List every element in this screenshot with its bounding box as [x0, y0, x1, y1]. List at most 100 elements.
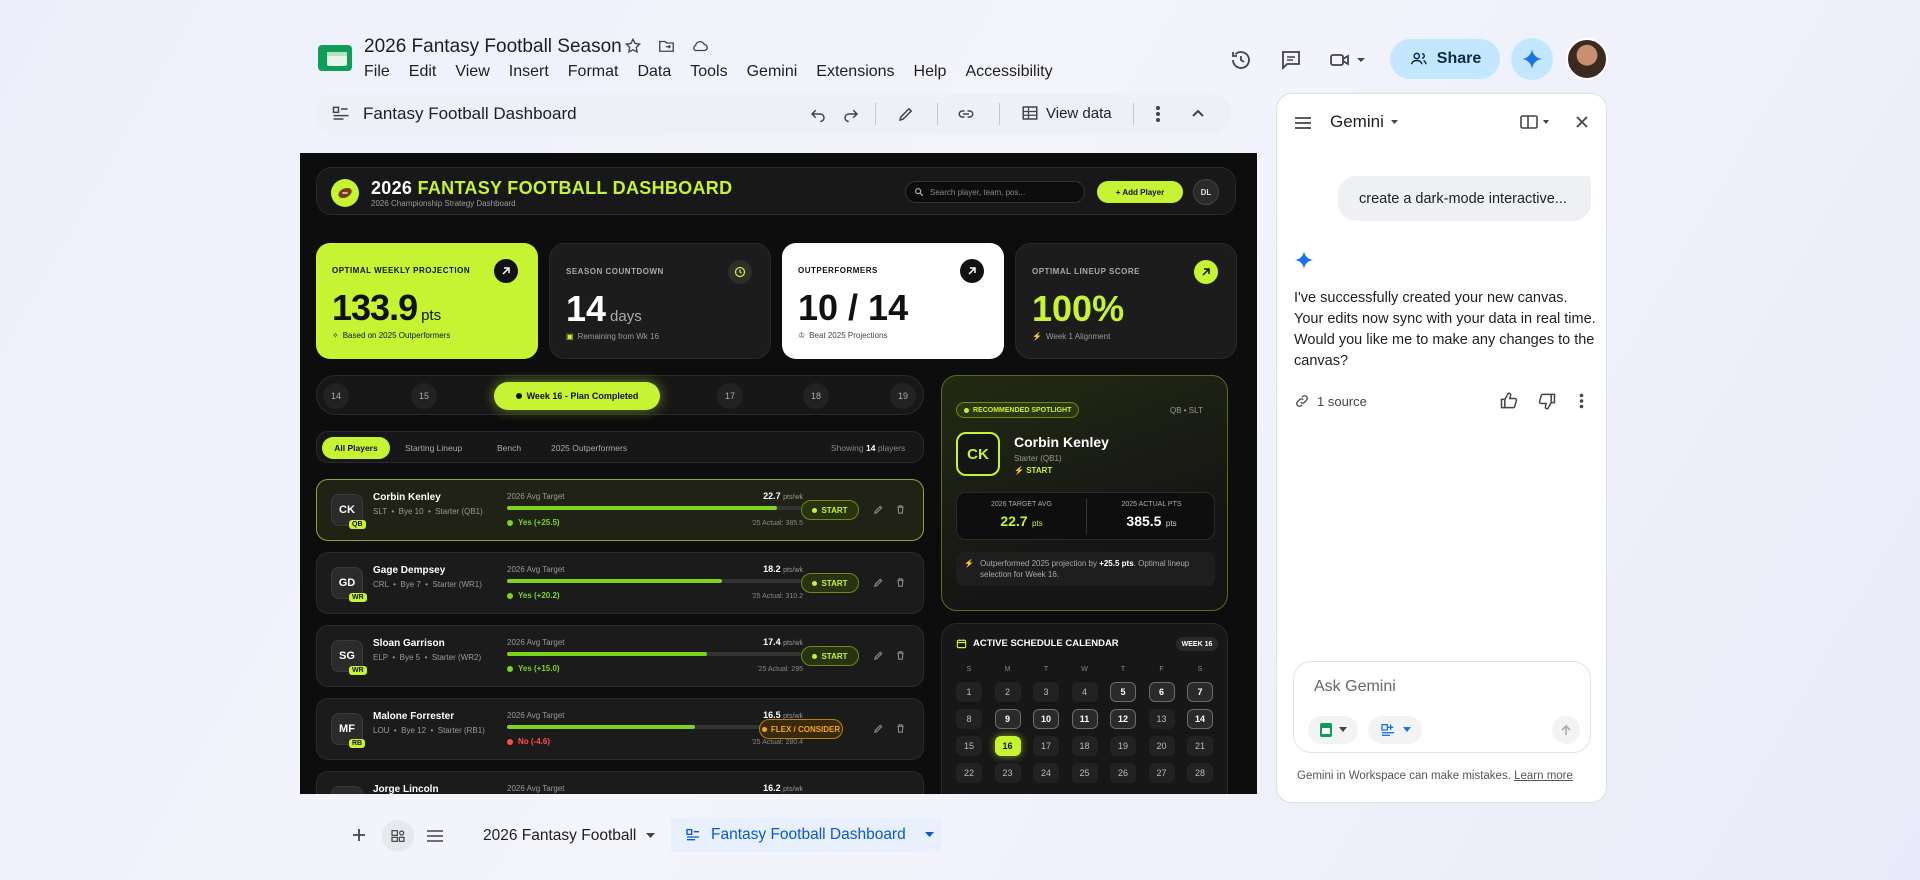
action-button[interactable]: START [801, 500, 859, 520]
user-avatar[interactable]: DL [1193, 179, 1219, 205]
calendar-day[interactable]: 8 [956, 709, 982, 729]
calendar-day[interactable]: 11 [1071, 709, 1098, 729]
calendar-day[interactable]: 12 [1110, 709, 1136, 729]
player-row[interactable]: MF RB Malone Forrester LOU • Bye 12 • Start… [316, 698, 924, 760]
sheet-list-icon[interactable] [427, 830, 443, 842]
arrow-up-right-icon[interactable] [960, 259, 984, 283]
undo-icon[interactable] [809, 105, 827, 123]
player-row[interactable]: GD WR Gage Dempsey CRL • Bye 7 • Starter (W… [316, 552, 924, 614]
delete-icon[interactable] [895, 650, 906, 661]
action-button[interactable]: START [801, 646, 859, 666]
arrow-up-right-icon[interactable] [494, 259, 518, 283]
share-button[interactable]: Share [1390, 39, 1500, 79]
view-data-button[interactable]: View data [1021, 104, 1112, 122]
edit-pencil-icon[interactable] [897, 105, 915, 123]
week-15[interactable]: 15 [411, 383, 437, 409]
source-link[interactable]: 1 source [1294, 393, 1367, 409]
calendar-day[interactable]: 13 [1148, 709, 1175, 729]
menu-file[interactable]: File [364, 63, 390, 81]
calendar-day[interactable]: 5 [1110, 682, 1136, 702]
more-vert-icon[interactable] [1579, 393, 1584, 409]
menu-format[interactable]: Format [568, 63, 619, 81]
all-sheets-icon[interactable] [382, 820, 414, 852]
calendar-day[interactable]: 3 [1033, 682, 1059, 702]
menu-data[interactable]: Data [637, 63, 671, 81]
thumbs-down-icon[interactable] [1537, 391, 1557, 411]
menu-gemini[interactable]: Gemini [747, 63, 798, 81]
delete-icon[interactable] [895, 504, 906, 515]
player-row[interactable]: JL Jorge Lincoln 2026 Avg Target 16.2 pts/w… [316, 771, 924, 794]
action-button[interactable]: START [801, 573, 859, 593]
version-history-icon[interactable] [1229, 48, 1253, 72]
cloud-status-icon[interactable] [690, 37, 711, 55]
player-row[interactable]: SG WR Sloan Garrison ELP • Bye 5 • Starter … [316, 625, 924, 687]
week-14[interactable]: 14 [323, 383, 349, 409]
calendar-day[interactable]: 4 [1071, 682, 1098, 702]
thumbs-up-icon[interactable] [1499, 391, 1519, 411]
send-button[interactable] [1552, 716, 1580, 744]
sheet-tab-fantasy-football[interactable]: 2026 Fantasy Football [483, 827, 656, 845]
arrow-up-right-icon[interactable] [1194, 260, 1218, 284]
avatar[interactable] [1566, 38, 1608, 80]
calendar-day[interactable]: 1 [956, 682, 982, 702]
meet-icon[interactable] [1328, 48, 1366, 72]
calendar-day[interactable]: 22 [956, 763, 982, 783]
panel-layout-icon[interactable] [1520, 115, 1550, 129]
calendar-day[interactable]: 28 [1187, 763, 1213, 783]
week-16-current[interactable]: Week 16 - Plan Completed [494, 382, 660, 410]
calendar-day[interactable]: 18 [1071, 736, 1098, 756]
delete-icon[interactable] [895, 723, 906, 734]
edit-icon[interactable] [873, 723, 884, 734]
calendar-day[interactable]: 20 [1148, 736, 1175, 756]
menu-accessibility[interactable]: Accessibility [965, 63, 1052, 81]
comments-icon[interactable] [1279, 48, 1303, 72]
learn-more-link[interactable]: Learn more [1514, 770, 1573, 782]
edit-icon[interactable] [873, 577, 884, 588]
calendar-day[interactable]: 7 [1187, 682, 1213, 702]
more-vert-icon[interactable] [1155, 105, 1161, 123]
add-sheet-icon[interactable] [352, 828, 366, 842]
menu-edit[interactable]: Edit [409, 63, 437, 81]
calendar-day[interactable]: 24 [1033, 763, 1059, 783]
menu-help[interactable]: Help [914, 63, 947, 81]
calendar-day[interactable]: 9 [994, 709, 1021, 729]
calendar-day[interactable]: 14 [1187, 709, 1213, 729]
filter-starting-lineup[interactable]: Starting Lineup [405, 443, 462, 453]
collapse-icon[interactable] [1191, 106, 1205, 120]
calendar-day[interactable]: 23 [994, 763, 1021, 783]
add-player-button[interactable]: + Add Player [1097, 181, 1183, 203]
calendar-day[interactable]: 21 [1187, 736, 1213, 756]
calendar-day[interactable]: 16 [994, 736, 1021, 756]
filter-outperformers[interactable]: 2025 Outperformers [551, 443, 627, 453]
calendar-day[interactable]: 15 [956, 736, 982, 756]
calendar-day[interactable]: 19 [1110, 736, 1136, 756]
menu-extensions[interactable]: Extensions [816, 63, 894, 81]
player-search-input[interactable]: Search player, team, pos... [905, 181, 1085, 203]
calendar-day[interactable]: 10 [1033, 709, 1059, 729]
link-icon[interactable] [956, 105, 976, 123]
gemini-model-selector[interactable]: Gemini [1330, 112, 1399, 132]
calendar-day[interactable]: 26 [1110, 763, 1136, 783]
calendar-day[interactable]: 27 [1148, 763, 1175, 783]
filter-bench[interactable]: Bench [497, 443, 521, 453]
gemini-button[interactable] [1511, 38, 1553, 80]
edit-icon[interactable] [873, 504, 884, 515]
calendar-day[interactable]: 17 [1033, 736, 1059, 756]
sheet-tab-dashboard[interactable]: Fantasy Football Dashboard [671, 818, 941, 852]
sheets-logo[interactable] [317, 43, 353, 73]
week-17[interactable]: 17 [717, 383, 743, 409]
sheets-context-chip[interactable] [1308, 716, 1358, 744]
menu-view[interactable]: View [455, 63, 489, 81]
calendar-day[interactable]: 2 [994, 682, 1021, 702]
edit-icon[interactable] [873, 650, 884, 661]
document-title[interactable]: 2026 Fantasy Football Season [364, 36, 622, 58]
delete-icon[interactable] [895, 577, 906, 588]
redo-icon[interactable] [842, 105, 860, 123]
filter-all-players[interactable]: All Players [322, 437, 390, 459]
player-row[interactable]: CK QB Corbin Kenley SLT • Bye 10 • Starter … [316, 479, 924, 541]
insert-context-chip[interactable] [1368, 716, 1422, 744]
hamburger-menu-icon[interactable] [1294, 116, 1312, 130]
menu-tools[interactable]: Tools [690, 63, 727, 81]
action-button[interactable]: FLEX / CONSIDER [759, 719, 843, 739]
star-icon[interactable] [624, 37, 642, 55]
